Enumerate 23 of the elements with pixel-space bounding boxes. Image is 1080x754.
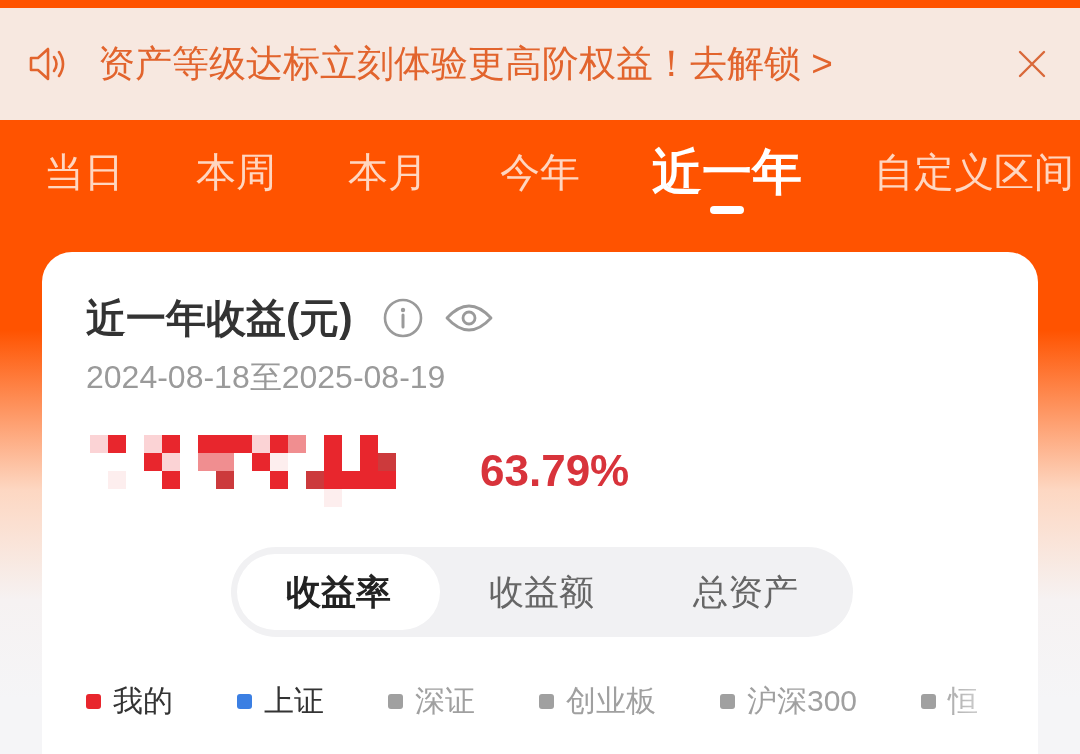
eye-icon[interactable] <box>444 302 493 334</box>
legend-item[interactable]: 我的 <box>86 681 173 721</box>
period-tab[interactable]: 当日 <box>44 146 124 198</box>
info-icon[interactable] <box>382 298 423 338</box>
segment-tab[interactable]: 总资产 <box>643 554 847 630</box>
period-tab[interactable]: 本月 <box>348 146 428 198</box>
tab-indicator <box>710 206 744 214</box>
date-range: 2024-08-18至2025-08-19 <box>86 358 446 397</box>
period-tab[interactable]: 今年 <box>500 146 580 198</box>
legend-item[interactable]: 创业板 <box>539 681 656 721</box>
legend-item[interactable]: 上证 <box>237 681 324 721</box>
notice-text[interactable]: 资产等级达标立刻体验更高阶权益！去解锁 > <box>98 40 833 88</box>
close-icon[interactable] <box>1018 50 1046 78</box>
segment-tab[interactable]: 收益额 <box>440 554 644 630</box>
legend-item[interactable]: 恒 <box>921 681 979 721</box>
legend-item[interactable]: 深证 <box>388 681 475 721</box>
period-tab[interactable]: 近一年 <box>652 146 802 214</box>
legend-item[interactable]: 沪深300 <box>720 681 858 721</box>
segment-tab[interactable]: 收益率 <box>237 554 441 630</box>
return-rate: 63.79% <box>480 445 630 497</box>
period-tab[interactable]: 自定义区间 <box>874 146 1074 198</box>
period-tab[interactable]: 本周 <box>196 146 276 198</box>
card-title: 近一年收益(元) <box>86 295 353 342</box>
